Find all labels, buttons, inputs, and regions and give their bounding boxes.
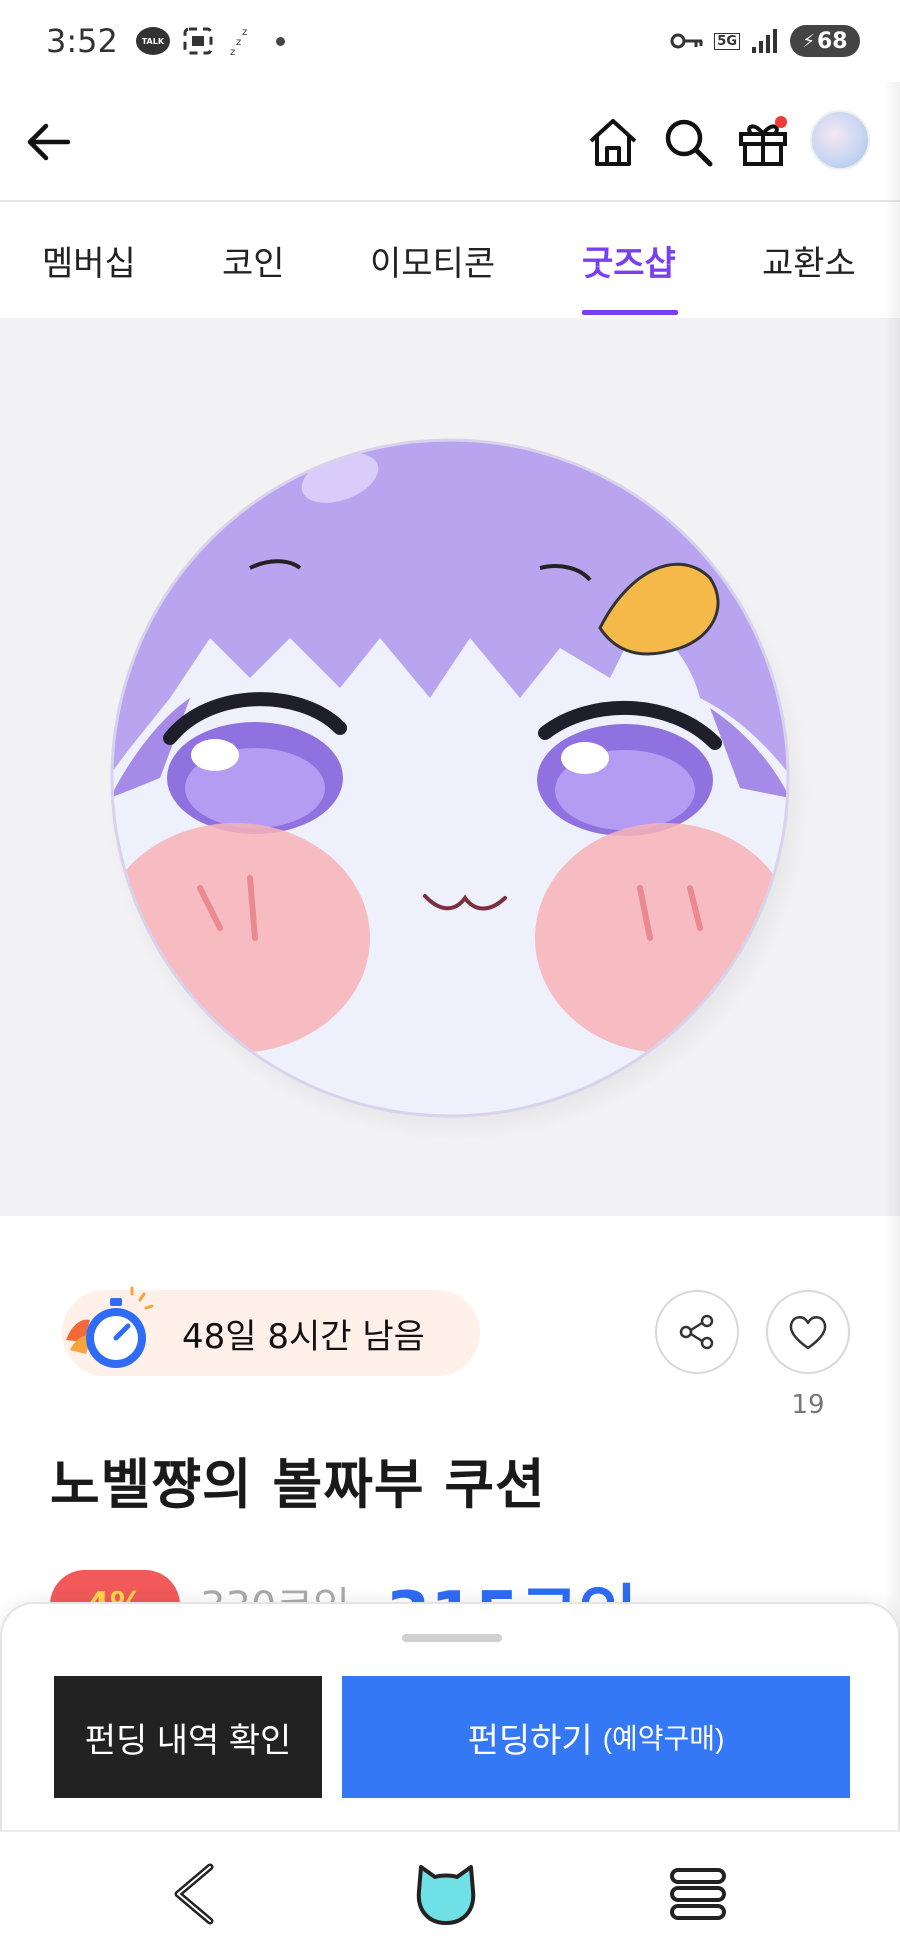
sleep-icon: zzz <box>230 27 247 57</box>
nav-back-icon <box>174 1863 214 1925</box>
talk-icon: TALK <box>135 27 170 55</box>
recents-menu-icon <box>670 1868 726 1920</box>
fund-button[interactable]: 펀딩하기 (예약구매) <box>342 1676 850 1798</box>
status-bar: 3:52 TALK zzz 5G ⚡ 68 <box>0 0 900 82</box>
back-arrow-icon <box>27 123 71 161</box>
status-time: 3:52 <box>46 22 118 60</box>
status-notification-icons: TALK zzz <box>135 25 285 57</box>
stopwatch-icon <box>66 1286 154 1368</box>
nav-back-button[interactable] <box>156 1856 236 1932</box>
drag-handle[interactable] <box>402 1634 502 1642</box>
status-system-icons: 5G ⚡ 68 <box>670 25 860 57</box>
app-header <box>0 82 900 202</box>
battery-indicator: ⚡ 68 <box>790 25 860 57</box>
back-button[interactable] <box>22 116 74 168</box>
round-face-cushion-image <box>106 438 810 1141</box>
charging-icon: ⚡ <box>802 30 815 52</box>
nav-home-button[interactable] <box>406 1856 486 1932</box>
nav-recents-button[interactable] <box>658 1856 738 1932</box>
fund-button-sublabel: (예약구매) <box>602 1723 725 1754</box>
network-type-label: 5G <box>714 32 740 50</box>
fund-button-label: 펀딩하기 <box>467 1721 593 1760</box>
like-button[interactable] <box>766 1290 850 1374</box>
notification-badge <box>775 116 787 128</box>
home-icon <box>589 119 637 166</box>
home-button[interactable] <box>585 114 641 170</box>
funding-history-button[interactable]: 펀딩 내역 확인 <box>54 1676 322 1798</box>
heart-icon <box>789 1316 827 1350</box>
tab-membership[interactable]: 멤버십 <box>42 202 136 318</box>
tab-coin[interactable]: 코인 <box>222 202 285 318</box>
product-title: 노벨쨩의 볼짜부 쿠션 <box>50 1453 546 1516</box>
search-icon <box>665 119 713 167</box>
svg-text:z: z <box>230 47 235 57</box>
avatar[interactable] <box>810 110 870 170</box>
notification-dot-icon <box>275 36 285 46</box>
battery-level: 68 <box>817 28 848 54</box>
svg-text:z: z <box>242 27 247 38</box>
final-price: 315코인 <box>386 1570 637 1604</box>
price-row: 4% 330코인 315코인 <box>50 1570 890 1604</box>
tab-emoticon[interactable]: 이모티콘 <box>370 202 495 318</box>
tab-exchange[interactable]: 교환소 <box>762 202 856 318</box>
svg-text:z: z <box>236 37 241 48</box>
gift-button[interactable] <box>735 114 791 170</box>
search-button[interactable] <box>660 114 716 170</box>
product-image[interactable] <box>0 318 900 1216</box>
signal-icon <box>752 29 777 53</box>
discount-badge: 4% <box>50 1570 180 1604</box>
original-price: 330코인 <box>200 1574 350 1604</box>
cat-face-home-icon <box>416 1865 476 1925</box>
active-tab-indicator <box>582 310 678 315</box>
share-icon <box>679 1314 714 1350</box>
bottom-action-sheet: 펀딩 내역 확인 펀딩하기 (예약구매) <box>0 1602 900 1830</box>
page-edge-shadow <box>884 82 900 1832</box>
screenshot-icon <box>183 27 213 55</box>
like-count: 19 <box>791 1390 825 1420</box>
tab-goods-shop[interactable]: 굿즈샵 <box>582 202 676 318</box>
system-nav-bar <box>0 1830 900 1950</box>
share-button[interactable] <box>655 1290 739 1374</box>
time-remaining: 48일 8시간 남음 <box>182 1316 425 1357</box>
category-tabs: 멤버십 코인 이모티콘 굿즈샵 교환소 <box>0 202 900 318</box>
key-icon <box>670 33 703 49</box>
funding-timer-badge: 48일 8시간 남음 <box>62 1286 480 1376</box>
